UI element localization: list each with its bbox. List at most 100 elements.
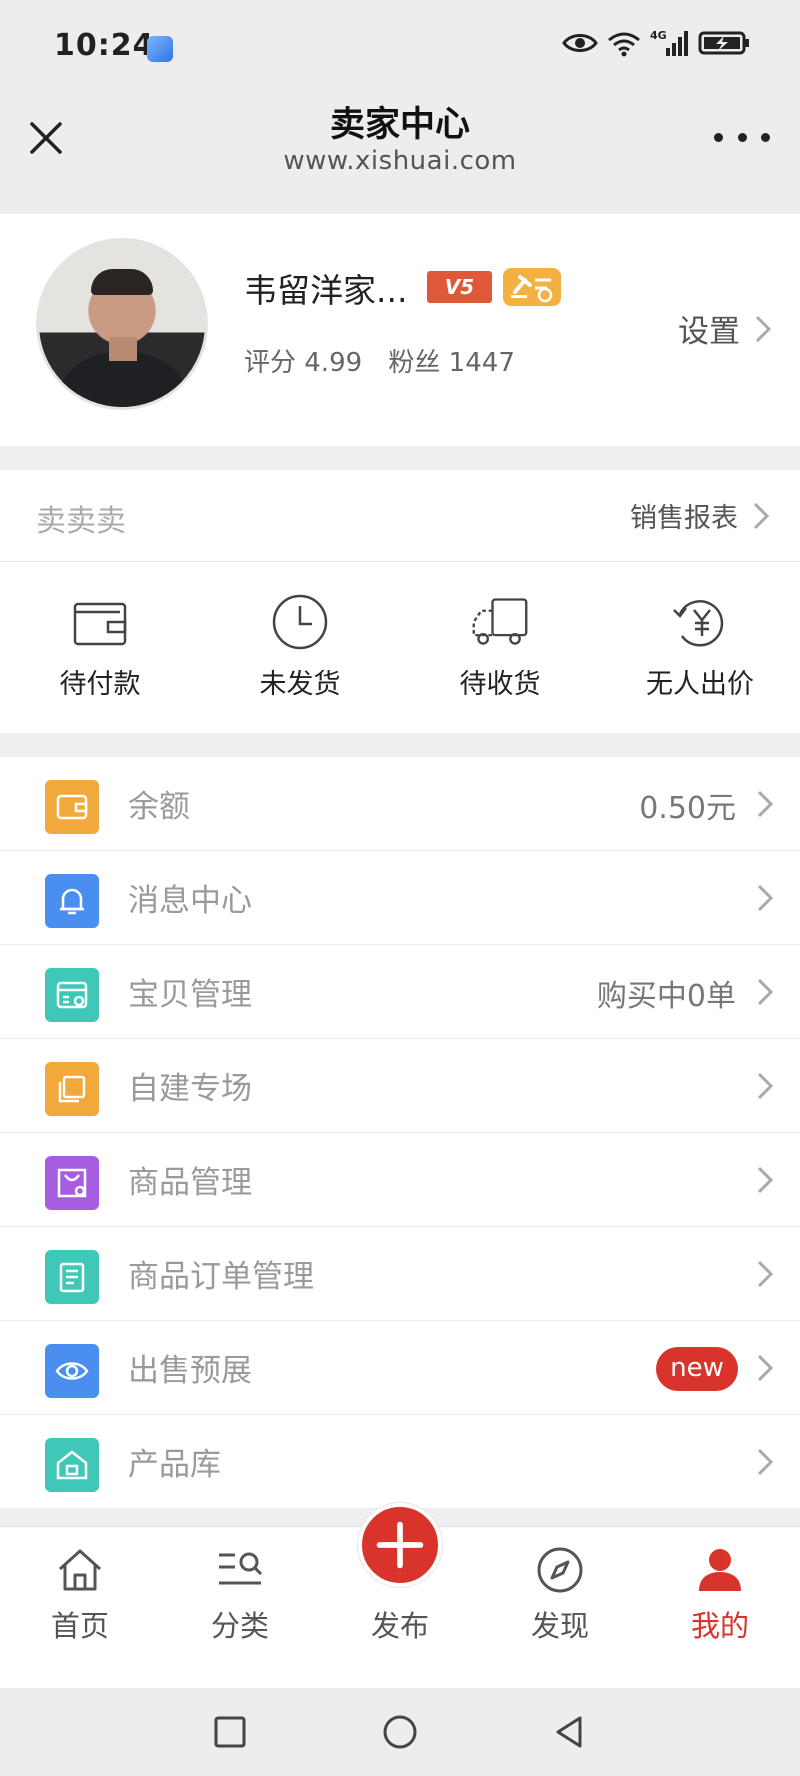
- tab-label: 发布: [370, 1609, 429, 1643]
- tab-discover[interactable]: 发现: [480, 1527, 640, 1688]
- chevron-right-icon: [757, 1166, 774, 1194]
- order-label: 未发货: [259, 669, 341, 700]
- menu-item-presale-preview[interactable]: 出售预展 new: [0, 1321, 800, 1415]
- menu-list: 余额 0.50元 消息中心 宝贝管理 购买中0单 自建专场 商品管理 商品订单管…: [0, 757, 800, 1509]
- username: 韦留洋家...: [244, 271, 408, 310]
- circle-icon: [383, 1715, 417, 1749]
- tab-category[interactable]: 分类: [160, 1527, 320, 1688]
- settings-link[interactable]: 设置: [678, 306, 772, 351]
- clock-icon: [272, 594, 328, 650]
- page-url: www.xishuai.com: [283, 146, 517, 176]
- menu-item-product-library[interactable]: 产品库: [0, 1415, 800, 1509]
- eye-icon: [45, 1344, 99, 1398]
- page-header: 卖家中心 www.xishuai.com: [0, 92, 800, 212]
- more-dot-icon: [761, 132, 770, 142]
- home-button[interactable]: [378, 1710, 422, 1754]
- order-label: 待付款: [59, 669, 141, 700]
- menu-item-product-management[interactable]: 商品管理: [0, 1133, 800, 1227]
- profile-stats: 评分 4.99 粉丝 1447: [244, 342, 533, 379]
- order-awaiting-receipt[interactable]: 待收货: [400, 562, 600, 733]
- balance-value: 0.50元: [639, 791, 736, 826]
- tab-label: 发现: [530, 1609, 589, 1643]
- sell-title: 卖卖卖: [36, 504, 126, 539]
- tab-label: 首页: [50, 1609, 109, 1643]
- signal-icon: 4G: [650, 29, 688, 56]
- chevron-right-icon: [757, 978, 774, 1006]
- order-no-bids[interactable]: 无人出价: [600, 562, 800, 733]
- truck-icon: [472, 598, 528, 645]
- order-not-shipped[interactable]: 未发货: [200, 562, 400, 733]
- category-icon: [219, 1552, 263, 1585]
- menu-item-balance[interactable]: 余额 0.50元: [0, 757, 800, 851]
- status-icons: 4G: [562, 28, 750, 58]
- tab-mine[interactable]: 我的: [640, 1527, 800, 1688]
- chevron-right-icon: [757, 1072, 774, 1100]
- wallet-icon: [73, 602, 127, 646]
- tab-home[interactable]: 首页: [0, 1527, 160, 1688]
- recent-apps-button[interactable]: [208, 1710, 252, 1754]
- order-status-grid: 待付款 未发货 待收货 无人出价: [0, 562, 800, 733]
- level-badge: V5: [427, 271, 492, 303]
- user-icon: [699, 1549, 741, 1591]
- app-notification-icon: [147, 36, 173, 62]
- publish-button[interactable]: [358, 1503, 442, 1587]
- sales-report-label: 销售报表: [630, 503, 738, 534]
- menu-item-order-management[interactable]: 商品订单管理: [0, 1227, 800, 1321]
- more-button[interactable]: [714, 122, 770, 152]
- chevron-right-icon: [757, 790, 774, 818]
- menu-item-custom-session[interactable]: 自建专场: [0, 1039, 800, 1133]
- avatar-shirt: [53, 353, 193, 407]
- tab-label: 分类: [210, 1609, 269, 1643]
- menu-label: 宝贝管理: [128, 977, 252, 1013]
- network-label: 4G: [650, 29, 667, 42]
- yen-refresh-icon: [673, 600, 724, 647]
- order-label: 待收货: [459, 669, 541, 700]
- menu-label: 余额: [128, 789, 190, 825]
- system-nav-bar: [0, 1688, 800, 1776]
- menu-item-messages[interactable]: 消息中心: [0, 851, 800, 945]
- bottom-tab-bar: 首页 分类 发布 发现 我的: [0, 1503, 800, 1688]
- menu-label: 商品订单管理: [128, 1259, 314, 1295]
- chevron-right-icon: [755, 315, 772, 342]
- compass-icon: [537, 1547, 583, 1593]
- settings-label: 设置: [678, 314, 740, 350]
- menu-label: 产品库: [128, 1447, 221, 1483]
- wifi-icon: [608, 32, 640, 57]
- wallet-icon: [45, 780, 99, 834]
- bell-icon: [45, 874, 99, 928]
- avatar[interactable]: [36, 238, 208, 410]
- clipboard-icon: [45, 1250, 99, 1304]
- eye-status-icon: [562, 34, 598, 52]
- plus-icon: [376, 1521, 424, 1569]
- score-text: 评分 4.99: [244, 348, 363, 378]
- chevron-right-icon: [757, 1448, 774, 1476]
- menu-label: 商品管理: [128, 1165, 252, 1201]
- sell-section: 卖卖卖 销售报表 待付款 未发货 待收货 无人出价: [0, 470, 800, 733]
- chevron-right-icon: [757, 1260, 774, 1288]
- more-dot-icon: [737, 132, 747, 142]
- card-gear-icon: [45, 968, 99, 1022]
- new-badge: new: [656, 1347, 738, 1391]
- triangle-back-icon: [556, 1716, 582, 1748]
- home-icon: [58, 1549, 102, 1591]
- copy-icon: [45, 1062, 99, 1116]
- back-button[interactable]: [548, 1710, 592, 1754]
- status-bar: 10:24 4G: [0, 0, 800, 92]
- menu-label: 出售预展: [128, 1353, 252, 1389]
- battery-icon: [698, 31, 749, 55]
- menu-label: 自建专场: [128, 1071, 252, 1107]
- page-title: 卖家中心: [329, 105, 470, 145]
- sales-report-link[interactable]: 销售报表: [630, 496, 770, 535]
- menu-item-item-management[interactable]: 宝贝管理 购买中0单: [0, 945, 800, 1039]
- auction-badge-icon: [503, 268, 561, 306]
- order-pending-payment[interactable]: 待付款: [0, 562, 200, 733]
- tab-label: 我的: [690, 1609, 749, 1643]
- chevron-right-icon: [757, 1354, 774, 1382]
- warehouse-icon: [45, 1438, 99, 1492]
- avatar-neck: [109, 337, 137, 361]
- avatar-hair: [91, 269, 153, 295]
- hammer-icon: [511, 275, 553, 303]
- fans-text: 粉丝 1447: [388, 348, 515, 378]
- menu-label: 消息中心: [128, 883, 252, 919]
- tab-publish[interactable]: 发布: [320, 1503, 480, 1688]
